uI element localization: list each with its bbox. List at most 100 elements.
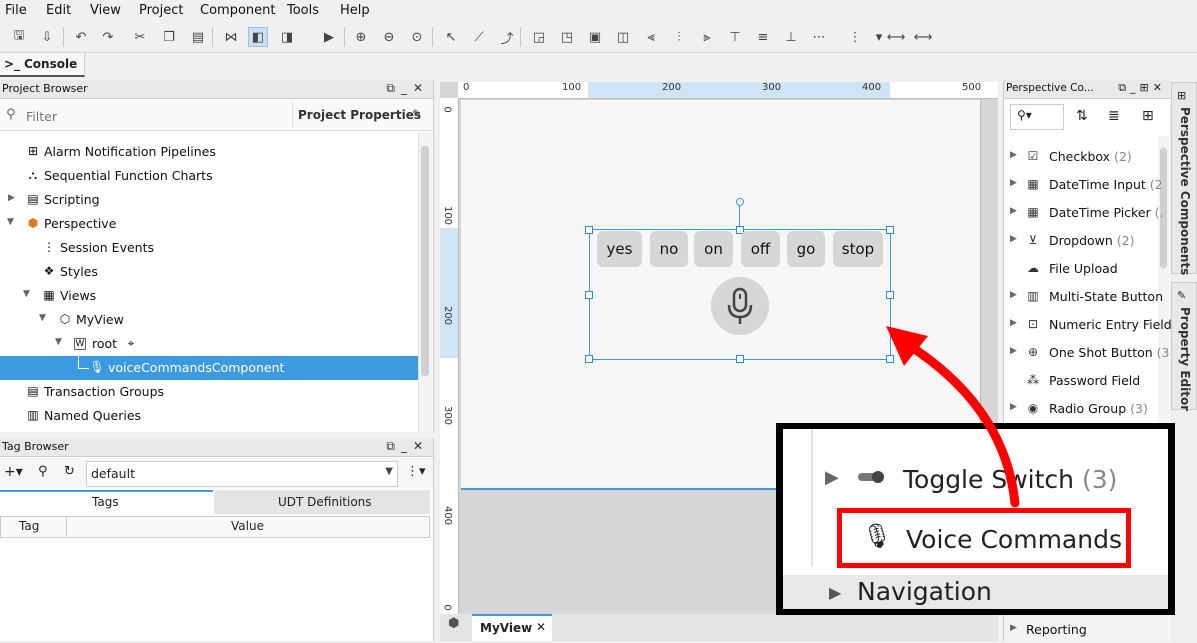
add-icon[interactable]: +▾ [4, 464, 23, 480]
microphone-button[interactable] [711, 277, 769, 335]
sort-icon[interactable]: ⇅ [1076, 108, 1088, 124]
collapse-arrow-icon[interactable]: ▼ [55, 337, 62, 347]
tree-item-sfc[interactable]: ⛬ Sequential Function Charts [0, 164, 418, 188]
palette-item-multi-state-button[interactable]: ▶ ▥ Multi-State Button [1004, 282, 1163, 310]
console-tab[interactable]: >_ Console [0, 53, 85, 77]
zoom-navigation-row[interactable]: ▶ Navigation [783, 575, 1168, 609]
route-icon[interactable]: ⤴ [498, 28, 516, 47]
menu-component[interactable]: Component [200, 3, 275, 18]
menu-file[interactable]: File [5, 3, 27, 18]
tree-item-views[interactable]: ▼ ▦ Views [0, 284, 418, 308]
palette-item-datetime-picker[interactable]: ▶ ▦ DateTime Picker (. [1004, 198, 1164, 226]
align-center-icon[interactable]: ⫶ [670, 28, 688, 46]
edit-icon[interactable]: ✎ [412, 107, 422, 121]
close-icon[interactable]: ✕ [536, 620, 546, 634]
voice-button-yes[interactable]: yes [597, 231, 642, 267]
undo-icon[interactable]: ↶ [72, 28, 90, 46]
ungroup-icon[interactable]: ◫ [614, 28, 632, 46]
collapse-arrow-icon[interactable]: ▼ [23, 289, 30, 299]
pointer-icon[interactable]: ↖ [442, 28, 460, 46]
filter-input[interactable] [24, 106, 290, 126]
search-icon[interactable]: ⚲ [38, 464, 48, 479]
panel-window-buttons[interactable]: ⧉_⊞✕ [1118, 81, 1166, 95]
play-icon[interactable]: ▶ [320, 28, 338, 46]
menu-help[interactable]: Help [340, 3, 370, 18]
side-tab-perspective-components[interactable]: ⊞ Perspective Components [1171, 82, 1197, 275]
panel-window-buttons[interactable]: ⧉_✕ [386, 439, 429, 454]
zoom-in-icon[interactable]: ⊕ [352, 28, 370, 46]
paste-icon[interactable]: ▤ [189, 28, 207, 46]
side-tab-property-editor[interactable]: ✎ Property Editor [1171, 282, 1197, 411]
align-right-icon[interactable]: ⫸ [698, 28, 716, 46]
expand-arrow-icon[interactable]: ▶ [1010, 178, 1017, 188]
resize-handle[interactable] [585, 226, 593, 234]
scrollbar-thumb[interactable] [421, 146, 429, 376]
target-icon[interactable]: ⌖ [124, 336, 138, 350]
palette-item-reporting[interactable]: ▶ Reporting [1004, 615, 1160, 643]
voice-button-go[interactable]: go [787, 231, 825, 267]
palette-item-dropdown[interactable]: ▶ ⊻ Dropdown (2) [1004, 226, 1160, 254]
distribute-h-icon[interactable]: ⋯ [810, 28, 828, 46]
expand-arrow-icon[interactable]: ▶ [1010, 150, 1017, 160]
tree-item-myview[interactable]: ▼ ⬡ MyView [0, 308, 418, 332]
align-left-icon[interactable]: ⫷ [642, 28, 660, 46]
cut-icon[interactable]: ✂ [131, 28, 149, 46]
menu-view[interactable]: View [90, 3, 121, 18]
palette-search[interactable]: ⚲▾ [1010, 104, 1064, 130]
tree-item-transaction-groups[interactable]: ▤ Transaction Groups [0, 380, 418, 404]
design-mode-icon[interactable]: ◧ [248, 27, 268, 47]
rotation-handle[interactable] [736, 198, 744, 206]
tree-item-session-events[interactable]: ⋮ Session Events [0, 236, 418, 260]
resize-handle[interactable] [886, 291, 894, 299]
align-bottom-icon[interactable]: ⊥ [782, 28, 800, 46]
column-value[interactable]: Value [231, 519, 264, 533]
resize-handle[interactable] [585, 291, 593, 299]
tree-item-root[interactable]: ▼ W root ⌖ [0, 332, 418, 356]
column-tag[interactable]: Tag [19, 519, 39, 533]
palette-item-datetime-input[interactable]: ▶ ▦ DateTime Input (2 [1004, 170, 1163, 198]
save-icon[interactable]: 🖫 [10, 28, 28, 46]
expand-arrow-icon[interactable]: ▶ [1010, 623, 1017, 633]
project-properties-link[interactable]: Project Properties [298, 108, 421, 122]
resize-handle[interactable] [736, 355, 744, 363]
expand-arrow-icon[interactable]: ▶ [829, 583, 841, 602]
tree-item-perspective[interactable]: ▼ ⬢ Perspective [0, 212, 418, 236]
tab-udt-definitions[interactable]: UDT Definitions [214, 490, 430, 514]
panel-window-buttons[interactable]: ⧉_✕ [386, 81, 429, 96]
group-icon[interactable]: ▣ [586, 28, 604, 46]
menu-edit[interactable]: Edit [46, 3, 71, 18]
tab-tags[interactable]: Tags [0, 490, 213, 514]
zoom-fit-icon[interactable]: ⊙ [408, 28, 426, 46]
voice-button-off[interactable]: off [741, 231, 780, 267]
tree-item-alarm-pipelines[interactable]: ⊞ Alarm Notification Pipelines [0, 140, 418, 164]
zoom-out-icon[interactable]: ⊖ [380, 28, 398, 46]
distribute-v-icon[interactable]: ⋮ [846, 28, 864, 46]
menu-project[interactable]: Project [139, 3, 183, 18]
tree-item-scripting[interactable]: ▶ ▤ Scripting [0, 188, 418, 212]
tree-item-voice-commands[interactable]: 🎙 voiceCommandsComponent [0, 356, 418, 380]
collapse-arrow-icon[interactable]: ▼ [39, 313, 46, 323]
copy-icon[interactable]: ❐ [160, 28, 178, 46]
preview-split-icon[interactable]: ◨ [278, 28, 296, 46]
palette-item-file-upload[interactable]: ☁ File Upload [1004, 254, 1160, 282]
expand-arrow-icon[interactable]: ▶ [1010, 206, 1017, 216]
tree-item-styles[interactable]: ❖ Styles [0, 260, 418, 284]
align-middle-icon[interactable]: ≡ [754, 28, 772, 46]
expand-arrow-icon[interactable]: ▶ [1010, 234, 1017, 244]
bind-icon[interactable]: ⟋ [470, 28, 488, 46]
bring-front-icon[interactable]: ◲ [530, 28, 548, 46]
provider-select[interactable]: default ▼ [86, 461, 398, 487]
same-width-icon[interactable]: ⟷ [887, 28, 906, 46]
menu-tools[interactable]: Tools [287, 3, 319, 18]
dropdown-arrow-icon[interactable]: ▾ [870, 28, 888, 46]
align-top-icon[interactable]: ⊤ [726, 28, 744, 46]
same-height-icon[interactable]: ⟷ [914, 28, 933, 46]
more-options-icon[interactable]: ⋮▾ [406, 464, 426, 479]
expand-arrow-icon[interactable]: ▶ [825, 467, 839, 488]
voice-commands-highlight[interactable]: 🎙 Voice Commands [837, 508, 1131, 568]
tree-scrollbar[interactable] [418, 132, 432, 432]
voice-button-no[interactable]: no [650, 231, 688, 267]
tree-item-named-queries[interactable]: ▥ Named Queries [0, 404, 418, 428]
palette-item-checkbox[interactable]: ▶ ☑ Checkbox (2) [1004, 142, 1160, 170]
layout-icon[interactable]: ⋈ [222, 28, 240, 46]
